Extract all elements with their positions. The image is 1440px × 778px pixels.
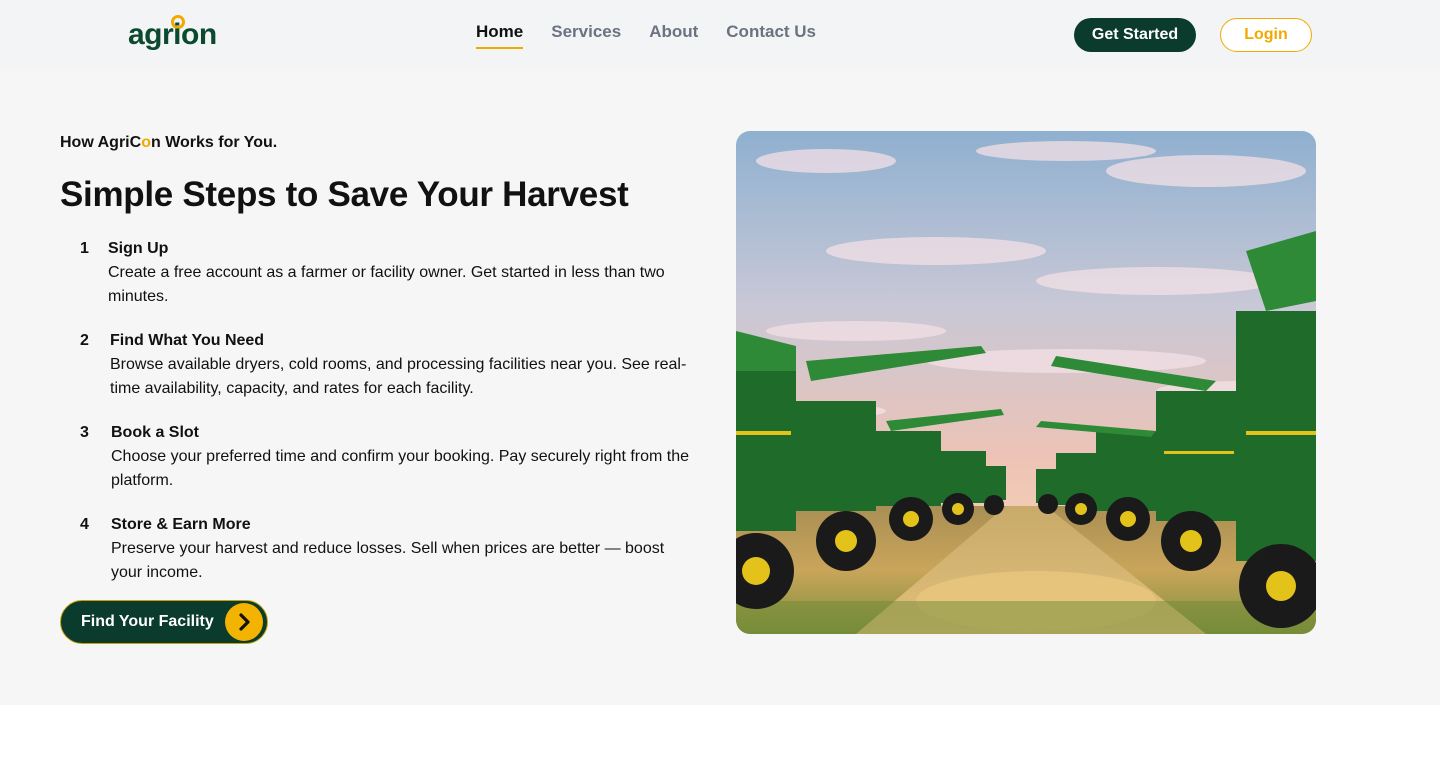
step-item: 3 Book a Slot Choose your preferred time…: [80, 421, 710, 493]
find-your-facility-button[interactable]: Find Your Facility: [60, 600, 268, 644]
step-title: Book a Slot: [111, 424, 200, 441]
step-description: Browse available dryers, cold rooms, and…: [110, 356, 687, 397]
step-description: Choose your preferred time and confirm y…: [111, 448, 690, 489]
nav-home[interactable]: Home: [476, 22, 524, 49]
nav-contact-us[interactable]: Contact Us: [726, 22, 816, 46]
eyebrow-accent: o: [141, 134, 151, 151]
login-button[interactable]: Login: [1220, 18, 1312, 52]
chevron-right-icon: [225, 603, 263, 641]
step-number: 4: [80, 516, 89, 533]
step-item: 4 Store & Earn More Preserve your harves…: [80, 513, 710, 585]
section-eyebrow: How AgriCon Works for You.: [60, 134, 277, 152]
steps-list: 1 Sign Up Create a free account as a far…: [80, 237, 710, 605]
site-header: agrion Home Services About Contact Us Ge…: [0, 0, 1440, 69]
brand-name: agrion: [128, 18, 217, 51]
nav-services[interactable]: Services: [551, 22, 621, 46]
step-item: 1 Sign Up Create a free account as a far…: [80, 237, 710, 309]
nav-about[interactable]: About: [649, 22, 698, 46]
cta-label: Find Your Facility: [81, 613, 214, 630]
step-item: 2 Find What You Need Browse available dr…: [80, 329, 710, 401]
step-description: Preserve your harvest and reduce losses.…: [111, 540, 665, 581]
eyebrow-suffix: n Works for You.: [150, 134, 278, 151]
get-started-button[interactable]: Get Started: [1074, 18, 1196, 52]
step-title: Store & Earn More: [111, 516, 251, 533]
step-number: 2: [80, 332, 89, 349]
main-nav: Home Services About Contact Us: [476, 22, 816, 49]
how-it-works-section: How AgriCon Works for You. Simple Steps …: [0, 69, 1440, 705]
step-description: Create a free account as a farmer or fac…: [108, 264, 665, 305]
brand-logo[interactable]: agrion: [128, 14, 217, 54]
step-number: 1: [80, 240, 89, 257]
step-number: 3: [80, 424, 89, 441]
step-title: Sign Up: [108, 240, 169, 257]
hero-image-combine-harvesters: [736, 131, 1316, 634]
harvest-field-illustration: [736, 131, 1316, 634]
eyebrow-prefix: How AgriC: [60, 134, 142, 151]
section-title: Simple Steps to Save Your Harvest: [60, 175, 629, 214]
step-title: Find What You Need: [110, 332, 265, 349]
